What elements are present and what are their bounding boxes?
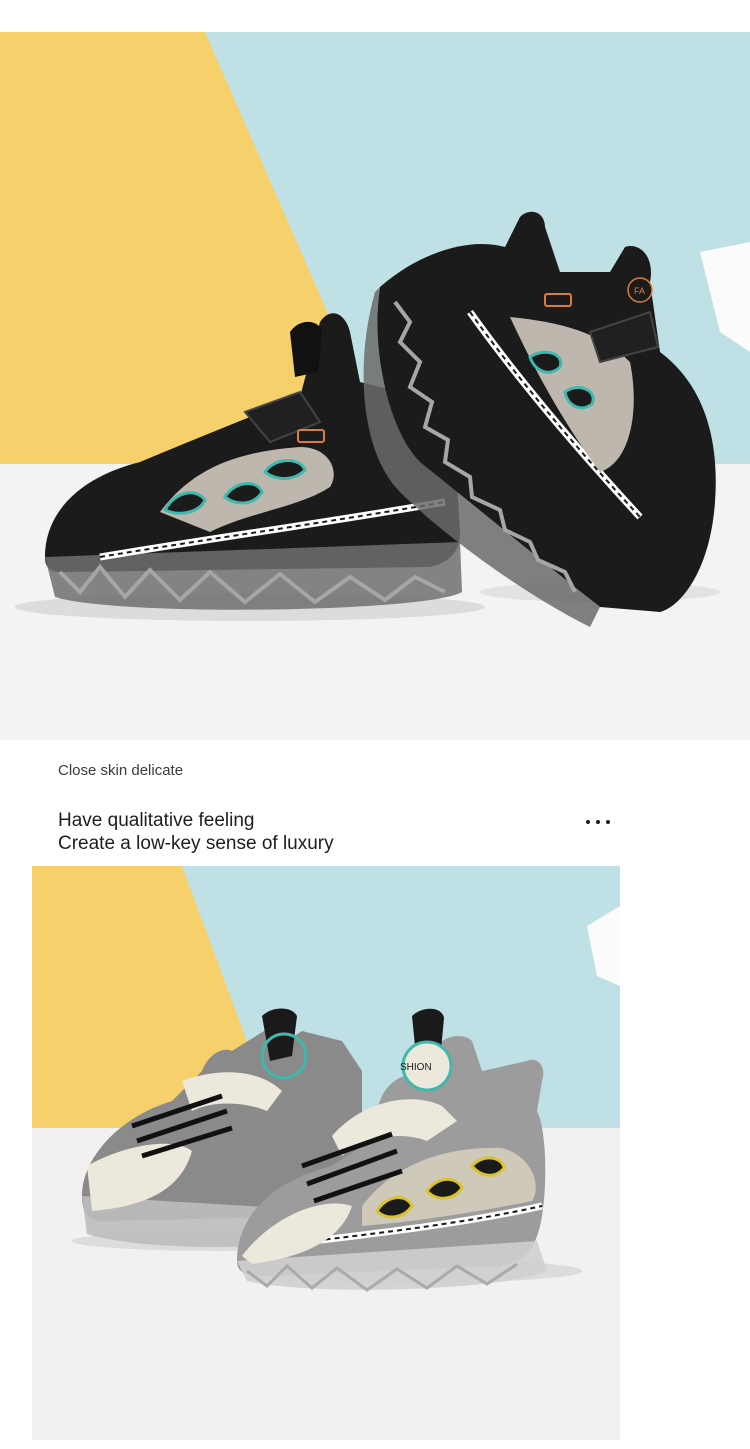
caption-text: Close skin delicate <box>58 762 184 779</box>
headline-line-2: Create a low-key sense of luxury <box>58 833 334 854</box>
tongue-label: FA <box>634 286 645 296</box>
detail-product-photo: SHION <box>32 866 620 1440</box>
headline-line-1: Have qualitative feeling <box>58 810 255 831</box>
headline: Have qualitative feeling Create a low-ke… <box>58 809 334 855</box>
dot <box>606 820 610 824</box>
dot <box>596 820 600 824</box>
more-dots-icon[interactable] <box>581 814 615 830</box>
tongue-label: SHION <box>400 1062 432 1073</box>
dot <box>586 820 590 824</box>
hero-product-photo: FA <box>0 32 750 740</box>
